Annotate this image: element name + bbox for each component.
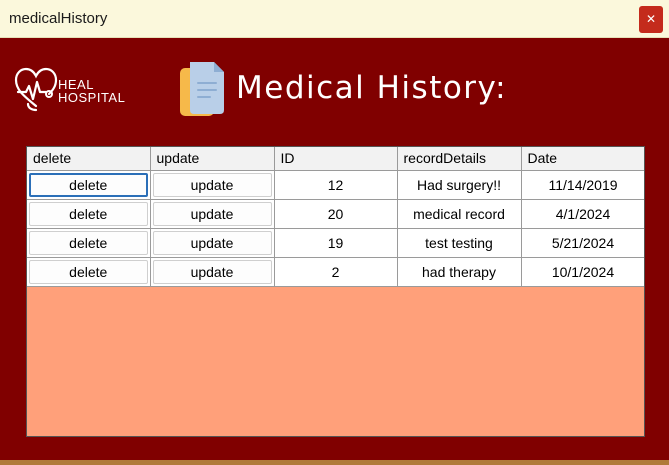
id-cell[interactable]: 19	[274, 228, 398, 258]
update-button[interactable]: update	[152, 259, 272, 284]
record-details-cell[interactable]: medical record	[397, 199, 522, 229]
date-cell[interactable]: 10/1/2024	[521, 257, 644, 287]
update-cell: update	[150, 199, 275, 229]
id-cell[interactable]: 12	[274, 170, 398, 200]
date-cell[interactable]: 4/1/2024	[521, 199, 644, 229]
title-bar: medicalHistory ✕	[0, 0, 669, 38]
close-button[interactable]: ✕	[639, 6, 663, 33]
record-details-cell[interactable]: had therapy	[397, 257, 522, 287]
window-bottom-border	[0, 460, 669, 465]
delete-cell: delete	[27, 257, 151, 287]
column-header-delete[interactable]: delete	[27, 147, 151, 171]
table-row: delete update 2 had therapy 10/1/2024	[27, 257, 644, 287]
date-cell[interactable]: 11/14/2019	[521, 170, 644, 200]
update-button[interactable]: update	[152, 230, 272, 255]
header-row: delete update ID recordDetails Date	[27, 147, 644, 171]
column-header-id[interactable]: ID	[274, 147, 398, 171]
logo-line-2: HOSPITAL	[58, 90, 126, 105]
page-title: Medical History:	[236, 70, 508, 106]
document-icon	[180, 62, 224, 116]
id-cell[interactable]: 2	[274, 257, 398, 287]
record-details-cell[interactable]: test testing	[397, 228, 522, 258]
update-cell: update	[150, 170, 275, 200]
delete-cell: delete	[27, 228, 151, 258]
heart-pulse-icon	[14, 67, 58, 112]
update-cell: update	[150, 228, 275, 258]
hospital-logo: HEAL HOSPITAL	[14, 66, 134, 114]
delete-button[interactable]: delete	[29, 201, 148, 226]
id-cell[interactable]: 20	[274, 199, 398, 229]
delete-button[interactable]: delete	[29, 230, 148, 255]
table-row: delete update 12 Had surgery!! 11/14/201…	[27, 170, 644, 200]
delete-button[interactable]: delete	[29, 259, 148, 284]
column-header-date[interactable]: Date	[521, 147, 644, 171]
column-header-update[interactable]: update	[150, 147, 275, 171]
delete-button[interactable]: delete	[29, 172, 148, 197]
window-title: medicalHistory	[9, 10, 108, 27]
records-table: delete update ID recordDetails Date dele…	[27, 147, 644, 287]
close-icon: ✕	[645, 12, 657, 26]
table-row: delete update 20 medical record 4/1/2024	[27, 199, 644, 229]
logo-text: HEAL HOSPITAL	[58, 78, 125, 104]
medical-history-grid[interactable]: delete update ID recordDetails Date dele…	[26, 146, 645, 437]
update-cell: update	[150, 257, 275, 287]
column-header-record-details[interactable]: recordDetails	[397, 147, 522, 171]
date-cell[interactable]: 5/21/2024	[521, 228, 644, 258]
delete-cell: delete	[27, 199, 151, 229]
delete-cell: delete	[27, 170, 151, 200]
medical-history-window: medicalHistory ✕ HEAL HOSPITAL Medical H…	[0, 0, 669, 465]
update-button[interactable]: update	[152, 172, 272, 197]
table-row: delete update 19 test testing 5/21/2024	[27, 228, 644, 258]
update-button[interactable]: update	[152, 201, 272, 226]
record-details-cell[interactable]: Had surgery!!	[397, 170, 522, 200]
